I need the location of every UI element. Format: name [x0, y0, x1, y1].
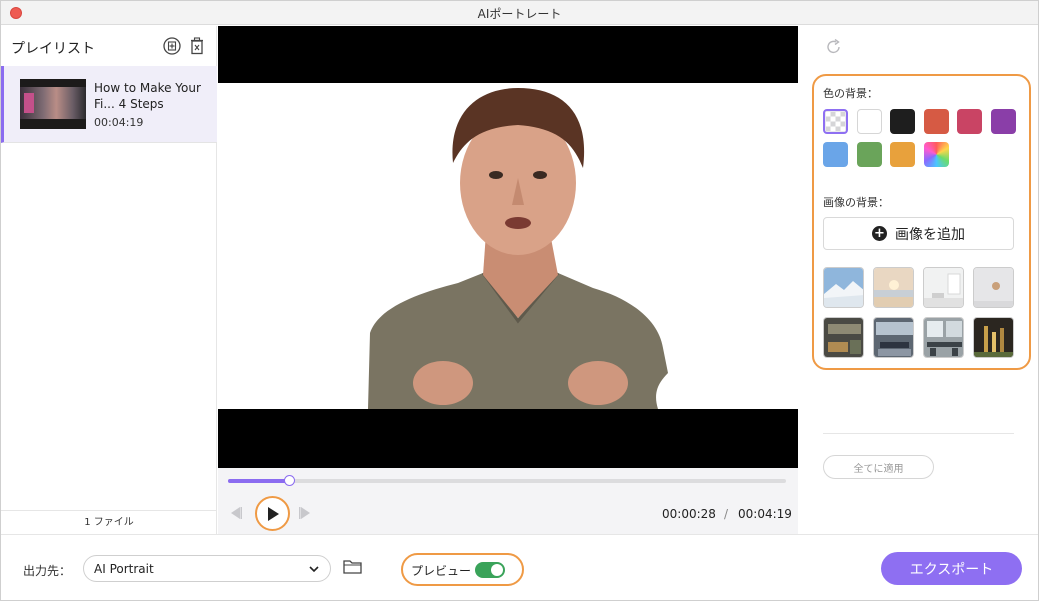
- portrait-subject-image: [368, 88, 668, 409]
- background-thumb-open-office[interactable]: [923, 317, 964, 358]
- plus-circle-icon: +: [872, 226, 887, 241]
- color-swatch[interactable]: [890, 109, 915, 134]
- total-time: 00:04:19: [738, 507, 792, 521]
- window-title: AIポートレート: [477, 7, 562, 21]
- color-swatch[interactable]: [923, 109, 949, 134]
- next-frame-button[interactable]: [297, 503, 313, 523]
- delete-file-button[interactable]: [187, 36, 207, 56]
- background-thumb-beach-sunset[interactable]: [873, 267, 914, 308]
- video-preview-area: 00:00:28 / 00:04:19: [218, 26, 798, 534]
- video-canvas: [218, 26, 798, 468]
- playback-progress-bar[interactable]: [228, 475, 786, 486]
- export-button[interactable]: エクスポート: [881, 552, 1022, 585]
- chevron-down-icon: [309, 566, 319, 573]
- color-swatch[interactable]: [890, 142, 915, 167]
- video-thumbnail: [20, 79, 86, 129]
- playlist-item-duration: 00:04:19: [94, 116, 144, 129]
- progress-handle[interactable]: [284, 475, 296, 486]
- background-thumb-snow-mountain[interactable]: [823, 267, 864, 308]
- preview-label: プレビュー: [411, 564, 472, 578]
- color-swatch[interactable]: [856, 142, 882, 167]
- color-swatch[interactable]: [856, 109, 882, 134]
- step-back-icon: [231, 507, 242, 519]
- output-location-label: 出力先：: [23, 564, 72, 578]
- playlist-title: プレイリスト: [11, 41, 95, 57]
- output-location-value: AI Portrait: [94, 562, 154, 576]
- playlist-sidebar: プレイリスト How to Make Your Fi... 4 Steps 00…: [1, 26, 217, 534]
- toggle-knob: [491, 564, 503, 576]
- preview-toggle-group: プレビュー: [401, 553, 524, 586]
- letterbox-top: [218, 26, 798, 83]
- color-swatch[interactable]: [823, 109, 848, 134]
- color-swatch[interactable]: [823, 142, 848, 167]
- panel-divider: [823, 433, 1014, 434]
- play-icon: [267, 506, 279, 521]
- background-thumb-meeting-room[interactable]: [873, 317, 914, 358]
- play-button[interactable]: [255, 496, 290, 531]
- playlist-item-title: How to Make Your Fi... 4 Steps: [94, 81, 201, 111]
- output-location-select[interactable]: AI Portrait: [83, 555, 331, 582]
- color-background-label: 色の背景：: [823, 87, 878, 100]
- bottom-bar: 出力先： AI Portrait プレビュー エクスポート: [1, 534, 1038, 600]
- color-swatch[interactable]: [957, 109, 982, 134]
- background-settings-panel: 色の背景： 画像の背景： + 画像を追加 全てに適用: [799, 26, 1038, 534]
- color-swatch[interactable]: [990, 109, 1016, 134]
- current-time: 00:00:28: [662, 507, 716, 521]
- step-forward-icon: [299, 507, 310, 519]
- playlist-item[interactable]: How to Make Your Fi... 4 Steps 00:04:19: [1, 66, 217, 143]
- app-window: AIポートレート プレイリスト How to Make Your Fi... 4…: [0, 0, 1039, 601]
- letterbox-bottom: [218, 409, 798, 468]
- background-thumb-night-city[interactable]: [973, 317, 1014, 358]
- color-swatch[interactable]: [923, 142, 949, 167]
- file-count: 1 ファイル: [1, 510, 217, 534]
- add-image-label: 画像を追加: [895, 226, 965, 243]
- reset-icon: [827, 38, 840, 54]
- preview-toggle[interactable]: [475, 562, 505, 578]
- trash-icon: [191, 37, 203, 55]
- folder-icon: [343, 560, 362, 574]
- time-separator: /: [724, 507, 729, 521]
- progress-fill: [228, 479, 290, 483]
- reset-button[interactable]: [825, 38, 845, 58]
- add-file-button[interactable]: [162, 36, 182, 56]
- background-thumb-white-wall[interactable]: [973, 267, 1014, 308]
- add-file-icon: [163, 37, 181, 55]
- previous-frame-button[interactable]: [228, 503, 244, 523]
- apply-all-button[interactable]: 全てに適用: [823, 455, 934, 479]
- background-thumb-office-lounge[interactable]: [823, 317, 864, 358]
- add-image-button[interactable]: + 画像を追加: [823, 217, 1014, 250]
- title-bar: AIポートレート: [1, 1, 1038, 25]
- open-folder-button[interactable]: [343, 559, 362, 578]
- image-background-label: 画像の背景：: [823, 196, 889, 209]
- background-thumb-white-room[interactable]: [923, 267, 964, 308]
